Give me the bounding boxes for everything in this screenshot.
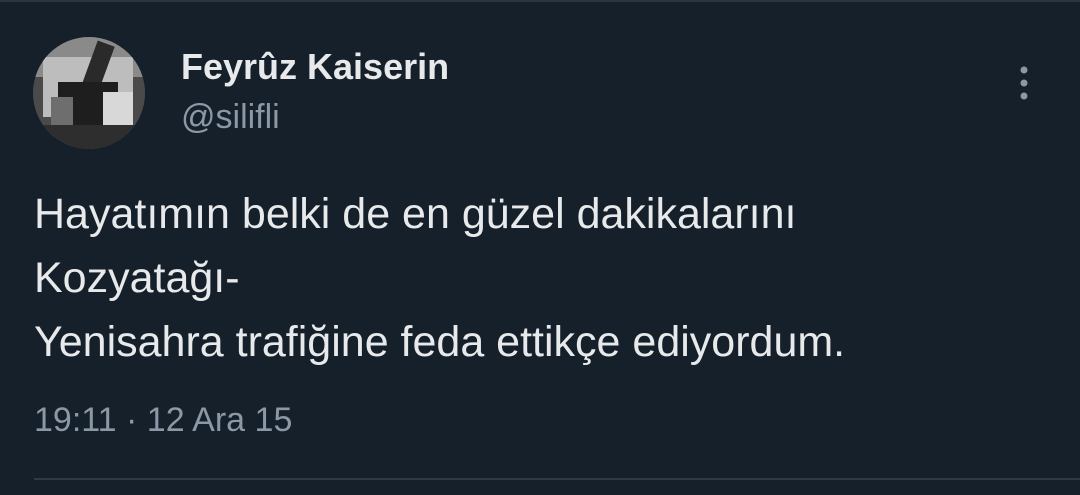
tweet-date: 12 Ara 15 <box>146 401 293 439</box>
more-options-button[interactable] <box>1004 60 1044 104</box>
tweet-timestamp[interactable]: 19:11 · 12 Ara 15 <box>34 399 292 441</box>
avatar[interactable] <box>33 37 145 149</box>
tweet-text: Hayatımın belki de en güzel dakikalarını… <box>34 182 1054 374</box>
more-vertical-icon <box>1018 62 1030 102</box>
tweet-time: 19:11 <box>34 401 117 439</box>
top-divider <box>0 0 1080 2</box>
tweet-text-line: Yenisahra trafiğine feda ettikçe ediyord… <box>34 318 846 366</box>
user-handle[interactable]: @silifli <box>181 97 280 137</box>
tweet-text-line: Hayatımın belki de en güzel dakikalarını <box>34 190 797 238</box>
meta-separator: · <box>126 401 138 439</box>
tweet-text-line: Kozyatağı- <box>34 254 240 302</box>
display-name[interactable]: Feyrûz Kaiserin <box>181 45 449 89</box>
tweet-card: Feyrûz Kaiserin @silifli Hayatımın belki… <box>0 0 1080 495</box>
bottom-divider <box>34 478 1080 480</box>
